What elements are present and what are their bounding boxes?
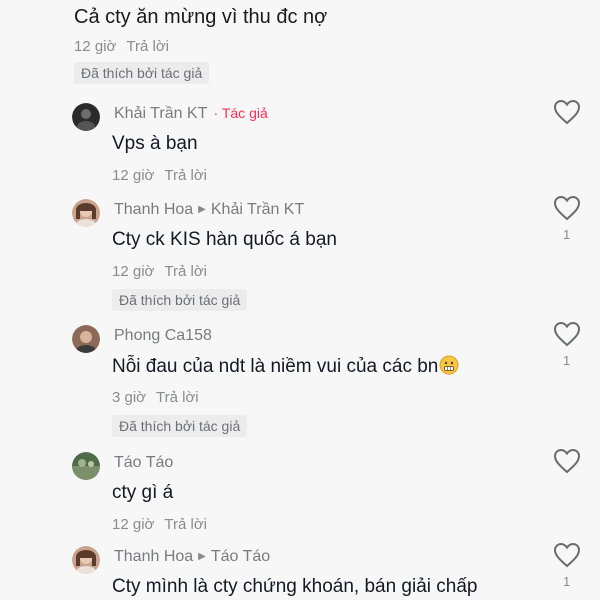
like-count: 1 [563,227,571,242]
reply-button[interactable]: Trả lời [164,167,207,184]
reply-arrow-icon: ▶ [198,551,206,562]
comment-time: 12 giờ [112,263,155,280]
reply-button[interactable]: Trả lời [156,389,199,406]
author-name[interactable]: Táo Táo [114,454,173,471]
comment-meta: 12 giờ Trả lời [74,38,169,55]
heart-outline-icon[interactable] [553,195,581,221]
comment-meta: 12 giờ Trả lời [112,263,207,280]
avatar[interactable] [72,546,100,574]
avatar[interactable] [72,199,100,227]
author-name[interactable]: Thanh Hoa [114,548,193,565]
like-count: 1 [563,574,571,589]
liked-by-author-badge: Đã thích bởi tác giả [112,415,248,437]
reply-to-name[interactable]: Khải Trần KT [211,201,304,218]
liked-by-author-badge: Đã thích bởi tác giả [112,289,248,311]
comment-author[interactable]: Khải Trần KT · Tác giả [114,105,268,123]
comment-time: 12 giờ [112,167,155,184]
grimacing-face-emoji [439,355,459,375]
heart-outline-icon[interactable] [553,542,581,568]
reply-button[interactable]: Trả lời [164,516,207,533]
reply-button[interactable]: Trả lời [126,38,169,55]
liked-by-author-badge: Đã thích bởi tác giả [74,62,210,84]
author-name[interactable]: Khải Trần KT [114,105,207,122]
comment-text-content: Nỗi đau của ndt là niềm vui của các bn [112,356,439,377]
comment-time: 3 giờ [112,389,147,406]
heart-outline-icon[interactable] [553,99,581,125]
comment-text: cty gì á [112,482,174,503]
comment-text: Vps à bạn [112,133,198,154]
comment-meta: 12 giờ Trả lời [112,167,207,184]
reply-to-name[interactable]: Táo Táo [211,548,270,565]
reply-button[interactable]: Trả lời [164,263,207,280]
comment-text: Nỗi đau của ndt là niềm vui của các bn [112,355,459,378]
author-name[interactable]: Thanh Hoa [114,201,193,218]
comment-text: Cty mình là cty chứng khoán, bán giải ch… [112,576,478,597]
like-count: 1 [563,353,571,368]
heart-outline-icon[interactable] [553,448,581,474]
comment-author[interactable]: Phong Ca158 [114,327,212,345]
avatar[interactable] [72,103,100,131]
comment-time: 12 giờ [74,38,117,55]
comment-meta: 3 giờ Trả lời [112,389,199,406]
comment-author[interactable]: Táo Táo [114,454,173,472]
comment-time: 12 giờ [112,516,155,533]
avatar[interactable] [72,452,100,480]
comment-text: Cả cty ăn mừng vì thu đc nợ [74,6,328,28]
comment-text: Cty ck KIS hàn quốc á bạn [112,229,337,250]
comment-meta: 12 giờ Trả lời [112,516,207,533]
comment-thread: Cả cty ăn mừng vì thu đc nợ 12 giờ Trả lờ… [0,0,600,600]
author-tag: · Tác giả [213,105,268,121]
heart-outline-icon[interactable] [553,321,581,347]
comment-author[interactable]: Thanh Hoa ▶ Khải Trần KT [114,201,304,219]
comment-author[interactable]: Thanh Hoa ▶ Táo Táo [114,548,270,566]
author-name[interactable]: Phong Ca158 [114,327,212,344]
reply-arrow-icon: ▶ [198,204,206,215]
avatar[interactable] [72,325,100,353]
